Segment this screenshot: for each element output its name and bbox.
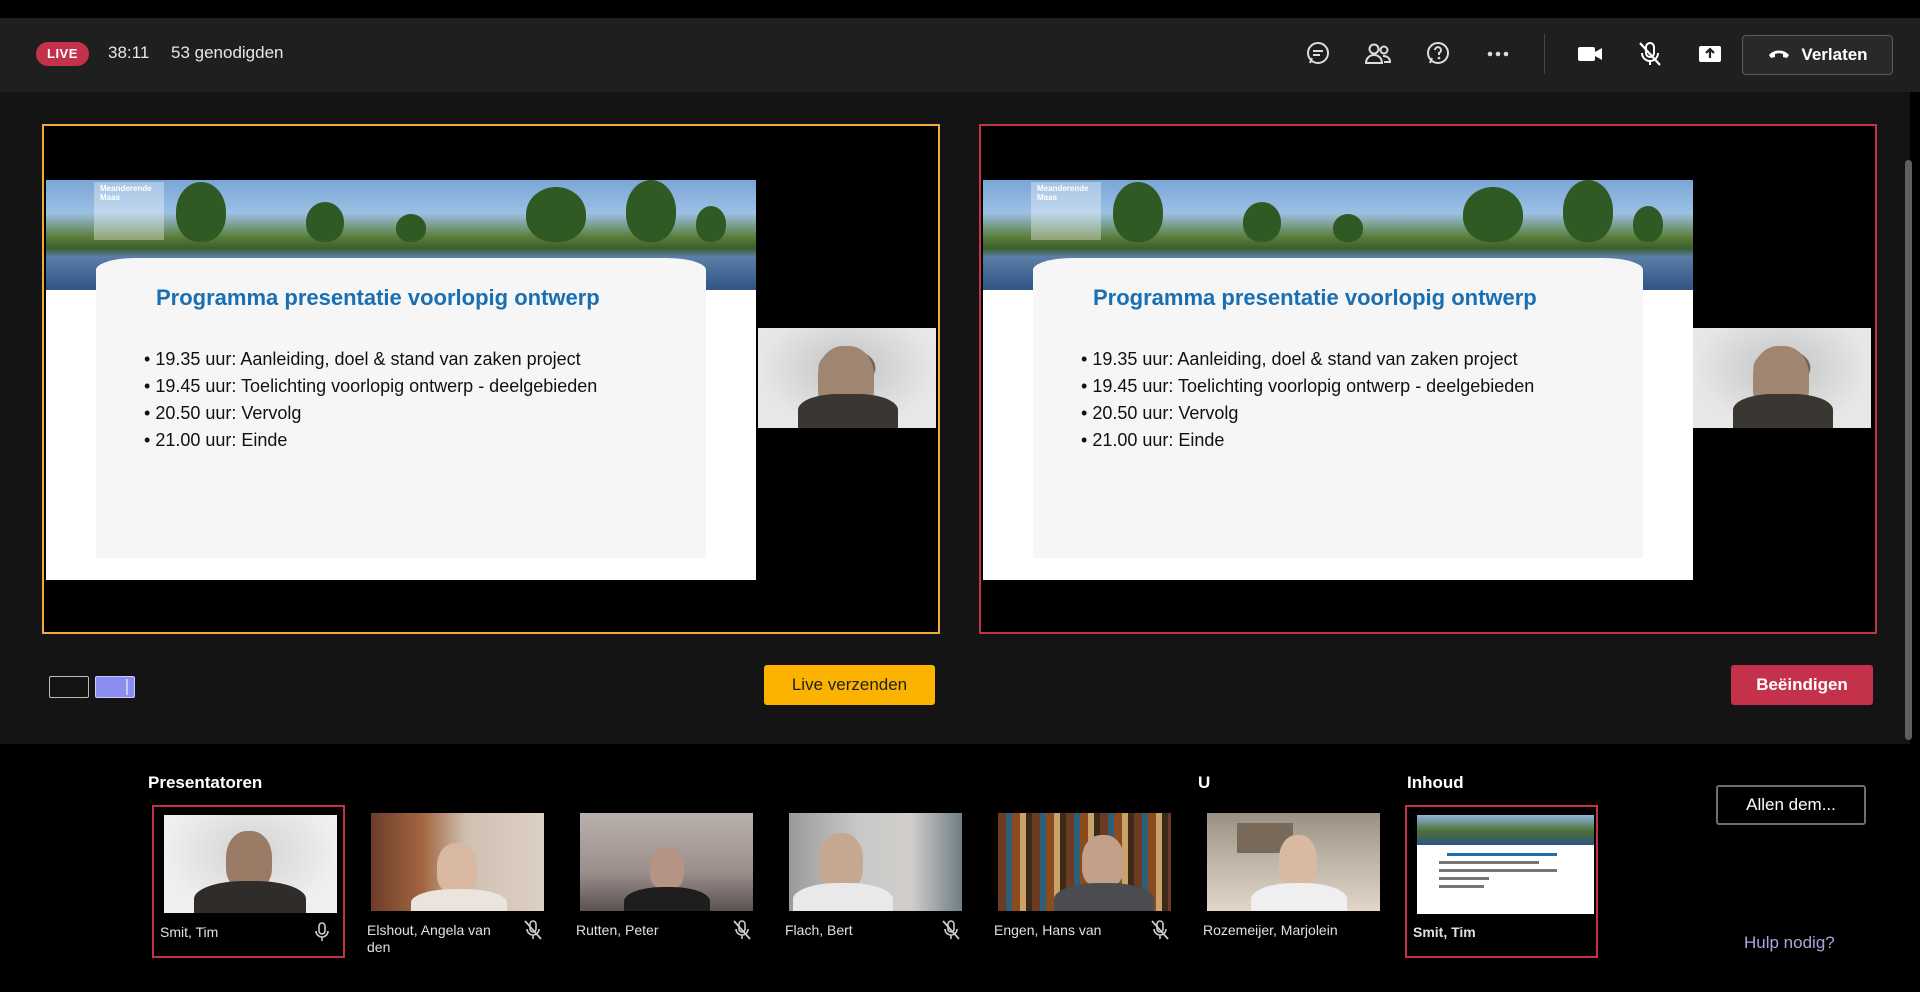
mic-icon: [311, 921, 333, 943]
participant-tile[interactable]: Engen, Hans van: [988, 805, 1181, 958]
preview-panel[interactable]: Meanderende Maas Programma presentatie v…: [42, 124, 940, 634]
presenters-label: Presentatoren: [148, 773, 263, 792]
participant-tile[interactable]: Rozemeijer, Marjolein: [1197, 805, 1390, 958]
toolbar-divider: [1544, 34, 1545, 74]
participant-tile[interactable]: Flach, Bert: [779, 805, 972, 958]
participant-tile[interactable]: Elshout, Angela van den: [361, 805, 554, 958]
agenda-item: 19.35 uur: Aanleiding, doel & stand van …: [1081, 346, 1534, 373]
agenda-item: 20.50 uur: Vervolg: [144, 400, 597, 427]
mic-muted-icon: [940, 919, 962, 941]
content-tile[interactable]: Smit, Tim: [1405, 805, 1598, 958]
hangup-icon: [1767, 45, 1791, 65]
agenda-item: 21.00 uur: Einde: [1081, 427, 1534, 454]
presenter-camera-preview: [758, 328, 936, 428]
participant-video: [789, 813, 962, 911]
mic-muted-icon: [1149, 919, 1171, 941]
more-icon[interactable]: [1480, 36, 1516, 72]
participant-video: [1207, 813, 1380, 911]
guest-count: 53 genodigden: [171, 43, 284, 62]
content-preview-thumbnail: [1417, 815, 1594, 914]
participant-name: Rozemeijer, Marjolein: [1203, 922, 1338, 938]
participant-tile[interactable]: Smit, Tim: [152, 805, 345, 958]
chat-icon[interactable]: [1300, 36, 1336, 72]
participant-tile[interactable]: Rutten, Peter: [570, 805, 763, 958]
logo-text: Meanderende Maas: [1037, 184, 1089, 202]
participant-video: [998, 813, 1171, 911]
participant-video: [580, 813, 753, 911]
content-label: Inhoud: [1407, 773, 1464, 792]
live-send-button[interactable]: Live verzenden: [764, 665, 935, 705]
participant-name: Engen, Hans van: [994, 922, 1102, 938]
slide-agenda-list: 19.35 uur: Aanleiding, doel & stand van …: [144, 346, 597, 454]
meeting-toolbar: LIVE 38:11 53 genodigden Verlaten: [0, 18, 1920, 92]
content-owner-name: Smit, Tim: [1413, 924, 1476, 940]
slide-title: Programma presentatie voorlopig ontwerp: [1093, 285, 1537, 310]
live-panel[interactable]: Meanderende Maas Programma presentatie v…: [979, 124, 1877, 634]
meeting-timer: 38:11: [108, 43, 150, 62]
live-badge: LIVE: [36, 42, 89, 66]
participant-name: Flach, Bert: [785, 922, 853, 938]
participant-name: Smit, Tim: [160, 924, 219, 940]
mic-muted-icon[interactable]: [1632, 36, 1668, 72]
help-link[interactable]: Hulp nodig?: [1744, 933, 1835, 953]
mic-muted-icon: [522, 919, 544, 941]
logo-text: Meanderende Maas: [100, 184, 152, 202]
stage-scrollbar[interactable]: [1905, 160, 1912, 740]
agenda-item: 19.45 uur: Toelichting voorlopig ontwerp…: [144, 373, 597, 400]
leave-label: Verlaten: [1801, 45, 1868, 64]
mute-all-button[interactable]: Allen dem...: [1716, 785, 1866, 825]
people-icon[interactable]: [1360, 36, 1396, 72]
agenda-item: 21.00 uur: Einde: [144, 427, 597, 454]
presenter-camera-live: [1693, 328, 1871, 428]
camera-icon[interactable]: [1572, 36, 1608, 72]
end-button[interactable]: Beëindigen: [1731, 665, 1873, 705]
agenda-item: 19.45 uur: Toelichting voorlopig ontwerp…: [1081, 373, 1534, 400]
layout-single-toggle[interactable]: [49, 676, 89, 698]
slide-title: Programma presentatie voorlopig ontwerp: [156, 285, 600, 310]
leave-button[interactable]: Verlaten: [1742, 35, 1893, 75]
participant-video: [164, 815, 337, 913]
you-label: U: [1198, 773, 1211, 792]
slide-agenda-list: 19.35 uur: Aanleiding, doel & stand van …: [1081, 346, 1534, 454]
share-icon[interactable]: [1692, 36, 1728, 72]
participant-name: Rutten, Peter: [576, 922, 659, 938]
agenda-item: 20.50 uur: Vervolg: [1081, 400, 1534, 427]
mic-muted-icon: [731, 919, 753, 941]
agenda-item: 19.35 uur: Aanleiding, doel & stand van …: [144, 346, 597, 373]
slide-preview: Meanderende Maas Programma presentatie v…: [46, 180, 756, 580]
participant-video: [371, 813, 544, 911]
qna-icon[interactable]: [1420, 36, 1456, 72]
slide-live: Meanderende Maas Programma presentatie v…: [983, 180, 1693, 580]
participant-name: Elshout, Angela van den: [367, 922, 491, 955]
layout-side-by-side-toggle[interactable]: [95, 676, 135, 698]
